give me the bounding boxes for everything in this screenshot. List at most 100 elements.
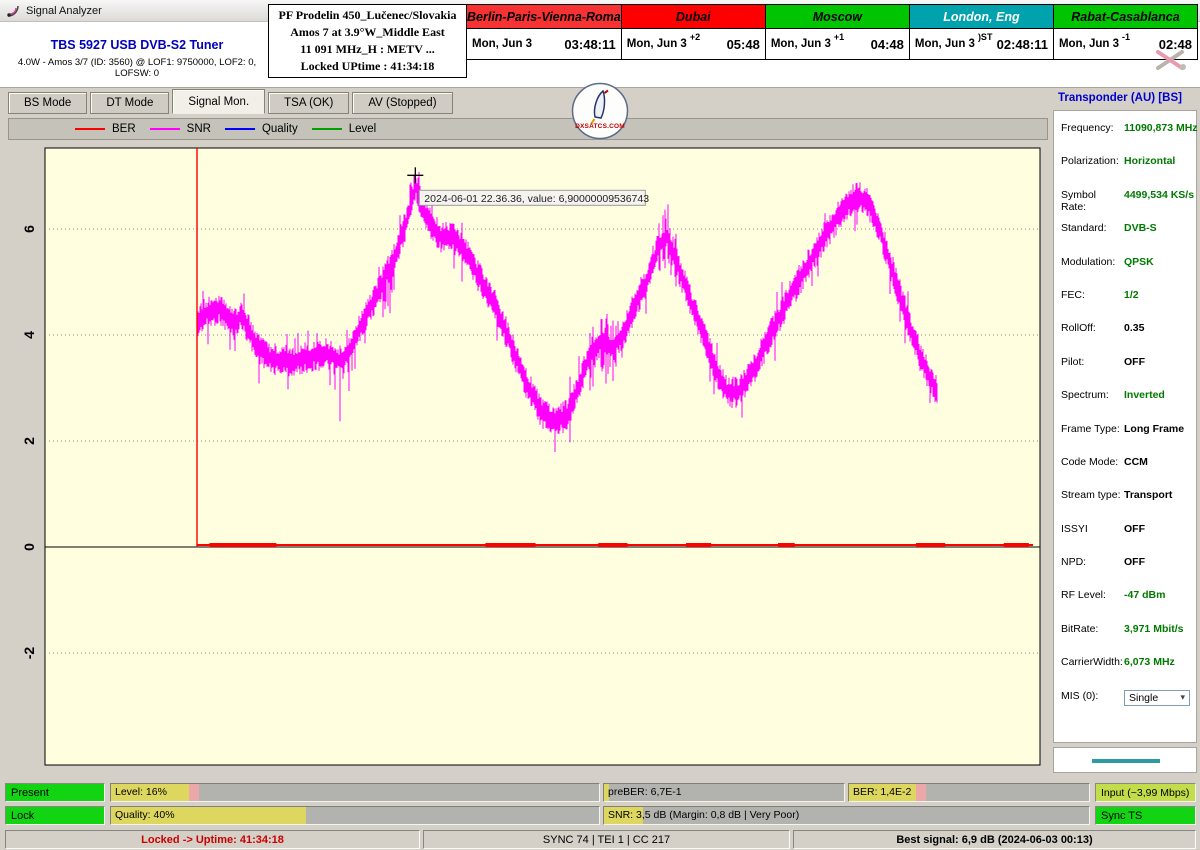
legend-item-quality: Quality bbox=[225, 123, 298, 135]
clock-city: Moscow bbox=[766, 5, 909, 29]
tp-row: Polarization:Horizontal bbox=[1054, 152, 1196, 185]
tp-row: Symbol Rate:4499,534 KS/s bbox=[1054, 186, 1196, 219]
lock-indicator: Lock bbox=[5, 806, 105, 825]
tp-row: Frame Type:Long Frame bbox=[1054, 420, 1196, 453]
tp-row: RollOff:0.35 bbox=[1054, 319, 1196, 352]
tab-bs-mode[interactable]: BS Mode bbox=[8, 92, 87, 114]
present-indicator: Present bbox=[5, 783, 105, 802]
preber-label: preBER: 6,7E-1 bbox=[604, 784, 844, 801]
tp-row: RF Level:-47 dBm bbox=[1054, 586, 1196, 619]
quality-line-swatch bbox=[225, 128, 255, 130]
legend-item-snr: SNR bbox=[150, 123, 211, 135]
clock-time: 03:48:11 bbox=[564, 37, 615, 52]
snr-line-swatch bbox=[150, 128, 180, 130]
chart-legend: BER SNR Quality Level bbox=[8, 118, 1048, 140]
status-uptime: Locked -> Uptime: 41:34:18 bbox=[5, 830, 420, 849]
clock-london: London, Eng Mon, Jun 3 )ST 02:48:11 bbox=[909, 4, 1054, 60]
tp-row: FEC:1/2 bbox=[1054, 286, 1196, 319]
dxsatcs-logo: DXSATCS.COM bbox=[571, 82, 629, 140]
svg-text:-2: -2 bbox=[21, 647, 37, 660]
app-icon bbox=[6, 4, 20, 18]
ber-label: BER: 1,4E-2 bbox=[849, 784, 1089, 801]
clock-offset: +2 bbox=[690, 32, 700, 42]
ber-line-swatch bbox=[75, 128, 105, 130]
site-info-box: PF Prodelin 450_Lučenec/Slovakia Amos 7 … bbox=[268, 4, 467, 78]
tab-tsa[interactable]: TSA (OK) bbox=[268, 92, 349, 114]
world-clocks: Berlin-Paris-Vienna-Roma Mon, Jun 3 03:4… bbox=[467, 4, 1198, 60]
quality-bar: Quality: 40% bbox=[110, 806, 600, 825]
tp-row: NPD:OFF bbox=[1054, 553, 1196, 586]
clock-city: Dubai bbox=[622, 5, 765, 29]
clock-city: Rabat-Casablanca bbox=[1054, 5, 1197, 29]
legend-label: Level bbox=[349, 123, 377, 135]
tab-dt-mode[interactable]: DT Mode bbox=[90, 92, 169, 114]
clock-date: Mon, Jun 3 bbox=[1059, 38, 1119, 50]
mis-value: Single bbox=[1129, 692, 1158, 704]
clock-offset: -1 bbox=[1122, 32, 1130, 42]
logo-rocket-icon bbox=[571, 82, 629, 140]
clock-dubai: Dubai Mon, Jun 3 +2 05:48 bbox=[621, 4, 766, 60]
mini-teal-bar bbox=[1092, 759, 1160, 763]
clock-offset: )ST bbox=[978, 32, 993, 42]
clock-time: 04:48 bbox=[871, 37, 904, 52]
svg-text:0: 0 bbox=[21, 543, 37, 551]
clock-date: Mon, Jun 3 bbox=[771, 38, 831, 50]
mode-tabbar: BS Mode DT Mode Signal Mon. TSA (OK) AV … bbox=[0, 88, 1052, 114]
window-title: Signal Analyzer bbox=[26, 5, 102, 17]
signal-chart[interactable]: 6 4 2 0 -2 2024-06-01 22.36.36, value: 6,9000… bbox=[8, 140, 1048, 775]
clock-time: 02:48:11 bbox=[997, 37, 1048, 52]
transponder-title: Transponder (AU) [BS] bbox=[1058, 92, 1182, 104]
quality-label: Quality: 40% bbox=[111, 807, 599, 824]
tp-row: Frequency:11090,873 MHz bbox=[1054, 119, 1196, 152]
legend-label: BER bbox=[112, 123, 136, 135]
mini-panel bbox=[1053, 747, 1197, 773]
tab-av[interactable]: AV (Stopped) bbox=[352, 92, 452, 114]
legend-item-level: Level bbox=[312, 123, 377, 135]
sync-ts-indicator: Sync TS bbox=[1095, 806, 1196, 825]
clock-date: Mon, Jun 3 bbox=[627, 38, 687, 50]
clock-date: Mon, Jun 3 bbox=[915, 38, 975, 50]
level-bar: Level: 16% bbox=[110, 783, 600, 802]
device-title: TBS 5927 USB DVB-S2 Tuner bbox=[6, 38, 268, 52]
chevron-down-icon: ▾ bbox=[1180, 692, 1185, 703]
clock-berlin: Berlin-Paris-Vienna-Roma Mon, Jun 3 03:4… bbox=[466, 4, 622, 60]
level-label: Level: 16% bbox=[111, 784, 599, 801]
tp-row: Modulation:QPSK bbox=[1054, 253, 1196, 286]
snr-bar: SNR: 3,5 dB (Margin: 0,8 dB | Very Poor) bbox=[603, 806, 1090, 825]
tab-signal-mon[interactable]: Signal Mon. bbox=[172, 89, 265, 114]
tp-row: CarrierWidth:6,073 MHz bbox=[1054, 653, 1196, 686]
logo-text: DXSATCS.COM bbox=[571, 123, 629, 130]
site-line-4: Locked UPtime : 41:34:18 bbox=[269, 58, 466, 75]
tp-row: Spectrum:Inverted bbox=[1054, 386, 1196, 419]
legend-label: SNR bbox=[187, 123, 211, 135]
clock-moscow: Moscow Mon, Jun 3 +1 04:48 bbox=[765, 4, 910, 60]
device-subtitle: 4.0W - Amos 3/7 (ID: 3560) @ LOF1: 97500… bbox=[6, 57, 268, 79]
legend-item-ber: BER bbox=[75, 123, 136, 135]
tp-row: Code Mode:CCM bbox=[1054, 453, 1196, 486]
svg-text:4: 4 bbox=[21, 331, 37, 339]
clock-city: Berlin-Paris-Vienna-Roma bbox=[467, 5, 621, 29]
site-line-3: 11 091 MHz_H : METV ... bbox=[269, 41, 466, 58]
tp-row: Pilot:OFF bbox=[1054, 353, 1196, 386]
site-line-2: Amos 7 at 3.9°W_Middle East bbox=[269, 24, 466, 41]
level-line-swatch bbox=[312, 128, 342, 130]
clock-date: Mon, Jun 3 bbox=[472, 38, 532, 50]
device-block: TBS 5927 USB DVB-S2 Tuner 4.0W - Amos 3/… bbox=[6, 38, 268, 79]
clock-city: London, Eng bbox=[910, 5, 1053, 29]
mis-label: MIS (0): bbox=[1061, 690, 1124, 702]
tp-row: ISSYIOFF bbox=[1054, 520, 1196, 553]
tp-row: Standard:DVB-S bbox=[1054, 219, 1196, 252]
svg-text:6: 6 bbox=[21, 225, 37, 233]
transponder-panel: Frequency:11090,873 MHz Polarization:Hor… bbox=[1053, 110, 1197, 743]
tp-row: Stream type:Transport bbox=[1054, 486, 1196, 519]
svg-text:2024-06-01 22.36.36, value: 6,: 2024-06-01 22.36.36, value: 6,9000000953… bbox=[424, 193, 649, 205]
legend-label: Quality bbox=[262, 123, 298, 135]
preber-bar: preBER: 6,7E-1 bbox=[603, 783, 845, 802]
mis-row: MIS (0): Single ▾ bbox=[1054, 687, 1196, 720]
snr-label: SNR: 3,5 dB (Margin: 0,8 dB | Very Poor) bbox=[604, 807, 1089, 824]
site-line-1: PF Prodelin 450_Lučenec/Slovakia bbox=[269, 7, 466, 24]
input-indicator: Input (~3,99 Mbps) bbox=[1095, 783, 1196, 802]
mis-select[interactable]: Single ▾ bbox=[1124, 690, 1190, 706]
tp-row: BitRate:3,971 Mbit/s bbox=[1054, 620, 1196, 653]
svg-text:2: 2 bbox=[21, 437, 37, 445]
